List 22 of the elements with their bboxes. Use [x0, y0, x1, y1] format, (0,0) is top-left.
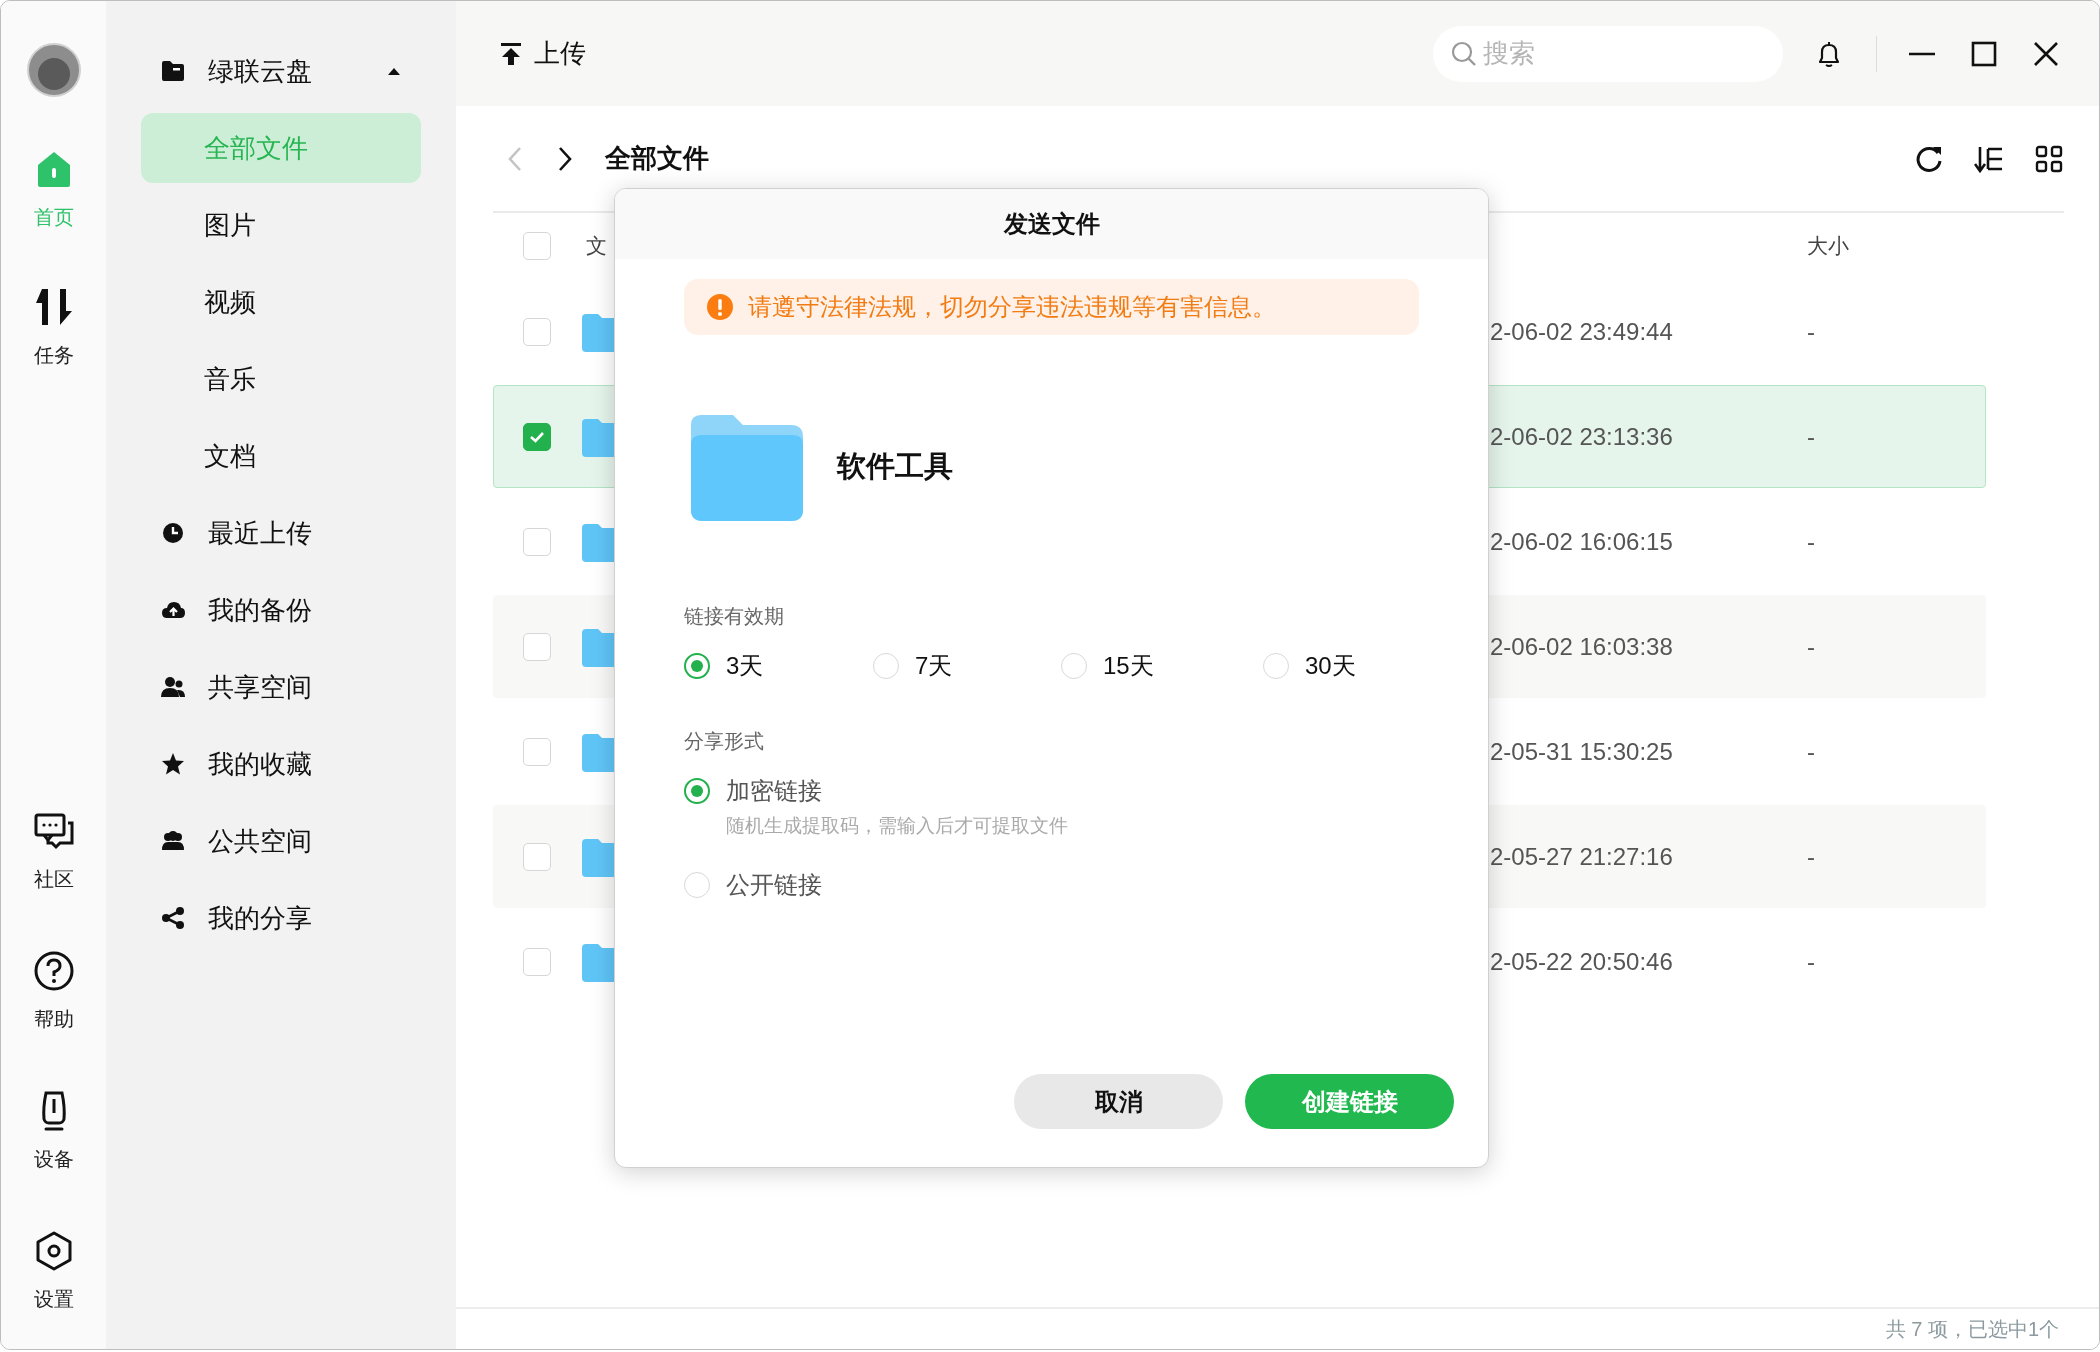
table-cell: 2-06-02 23:13:36: [1490, 422, 1673, 451]
file-name: 软件工具: [837, 449, 953, 484]
folder-title: 全部文件: [605, 142, 709, 175]
table-cell: -: [1807, 947, 1815, 976]
hint-text: 随机生成提取码，需输入后才可提取文件: [726, 814, 1069, 838]
status-text: 共 7 项，已选中1个: [1885, 1316, 2059, 1342]
table-cell: 2-05-27 21:27:16: [1490, 842, 1673, 871]
table-cell: -: [1807, 527, 1815, 556]
table-cell: 2-06-02 23:49:44: [1490, 317, 1673, 346]
table-cell: -: [1807, 737, 1815, 766]
section-label: 链接有效期: [684, 604, 785, 629]
section-label: 分享形式: [684, 729, 765, 754]
table-cell: -: [1807, 422, 1815, 451]
dialog-title: 发送文件: [615, 189, 1488, 259]
table-cell: 2-06-02 16:03:38: [1490, 632, 1673, 661]
table-cell: 2-05-22 20:50:46: [1490, 947, 1673, 976]
table-cell: 2-05-31 15:30:25: [1490, 737, 1673, 766]
warning-text: 请遵守法律法规，切勿分享违法违规等有害信息。: [748, 292, 1276, 322]
table-cell: -: [1807, 842, 1815, 871]
table-cell: -: [1807, 317, 1815, 346]
table-cell: -: [1807, 632, 1815, 661]
table-cell: 2-06-02 16:06:15: [1490, 527, 1673, 556]
